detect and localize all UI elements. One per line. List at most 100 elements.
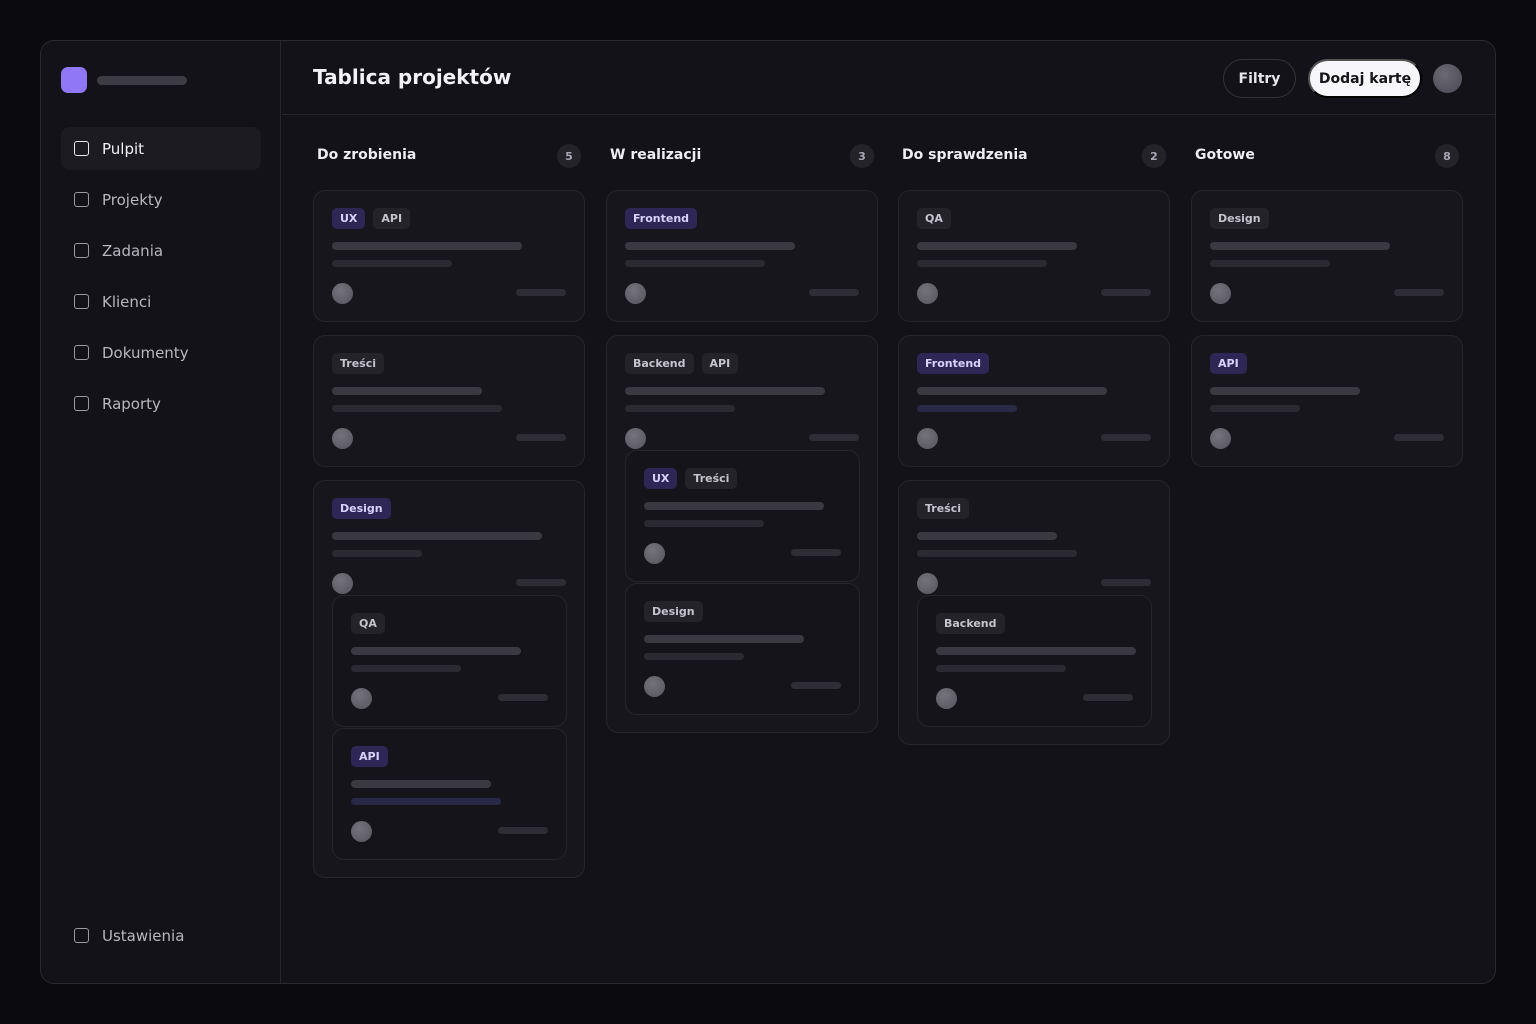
title-placeholder: [1210, 387, 1360, 395]
meta-placeholder: [516, 579, 566, 586]
column-count-badge: 8: [1435, 144, 1459, 168]
title-placeholder: [332, 387, 482, 395]
sidebar-item-label: Ustawienia: [102, 926, 185, 945]
tag: Treści: [332, 353, 385, 374]
tag: Backend: [936, 613, 1005, 634]
meta-placeholder: [516, 289, 566, 296]
task-card[interactable]: API: [1191, 335, 1463, 467]
title-placeholder: [351, 647, 521, 655]
assignee-avatar: [936, 688, 957, 709]
sidebar-item-label: Zadania: [102, 241, 164, 260]
subtask-card[interactable]: Design: [625, 583, 860, 715]
assignee-avatar: [644, 676, 665, 697]
tag: API: [373, 208, 411, 229]
tag: Frontend: [625, 208, 698, 229]
sidebar-item-pulpit[interactable]: Pulpit: [61, 127, 261, 170]
tag: Design: [332, 498, 391, 519]
checkbox-icon: [74, 345, 89, 360]
checkbox-icon: [74, 243, 89, 258]
sidebar-item-zadania[interactable]: Zadania: [61, 229, 261, 272]
meta-placeholder: [1101, 289, 1151, 296]
column-title: Do zrobienia: [317, 147, 417, 163]
meta-placeholder: [498, 827, 548, 834]
subtitle-placeholder: [917, 260, 1047, 267]
subtask-card[interactable]: UX Treści: [625, 450, 860, 582]
title-placeholder: [644, 502, 824, 510]
checkbox-icon: [74, 141, 89, 156]
assignee-avatar: [625, 283, 646, 304]
tag: Frontend: [917, 353, 990, 374]
task-card[interactable]: Design: [1191, 190, 1463, 322]
assignee-avatar: [917, 428, 938, 449]
assignee-avatar: [351, 821, 372, 842]
title-placeholder: [351, 780, 491, 788]
subtitle-placeholder: [625, 260, 765, 267]
meta-placeholder: [498, 694, 548, 701]
column-header: Do zrobienia 5: [317, 143, 585, 169]
title-placeholder: [625, 242, 795, 250]
brand-name-placeholder: [97, 76, 187, 85]
column-header: Do sprawdzenia 2: [902, 143, 1170, 169]
subtitle-placeholder: [1210, 405, 1300, 412]
tag: Treści: [685, 468, 738, 489]
task-card[interactable]: Design QA API: [313, 480, 585, 878]
checkbox-icon: [74, 192, 89, 207]
meta-placeholder: [809, 289, 859, 296]
page-title: Tablica projektów: [313, 65, 512, 89]
column-count-badge: 2: [1142, 144, 1166, 168]
assignee-avatar: [332, 573, 353, 594]
sidebar-item-raporty[interactable]: Raporty: [61, 382, 261, 425]
subtitle-placeholder: [332, 405, 502, 412]
task-card[interactable]: Treści: [313, 335, 585, 467]
sidebar-item-klienci[interactable]: Klienci: [61, 280, 261, 323]
sidebar-item-projekty[interactable]: Projekty: [61, 178, 261, 221]
task-card[interactable]: QA: [898, 190, 1170, 322]
meta-placeholder: [1101, 579, 1151, 586]
filters-button[interactable]: Filtry: [1223, 59, 1296, 98]
logo-icon: [61, 67, 87, 93]
title-placeholder: [644, 635, 804, 643]
subtask-card[interactable]: API: [332, 728, 567, 860]
assignee-avatar: [625, 428, 646, 449]
subtitle-placeholder: [332, 550, 422, 557]
avatar[interactable]: [1433, 64, 1462, 93]
sidebar-nav: Pulpit Projekty Zadania Klienci Dokument…: [61, 127, 261, 433]
title-placeholder: [917, 242, 1077, 250]
assignee-avatar: [917, 283, 938, 304]
subtitle-placeholder: [644, 520, 764, 527]
subtask-card[interactable]: QA: [332, 595, 567, 727]
column-count-badge: 3: [850, 144, 874, 168]
subtitle-placeholder: [644, 653, 744, 660]
tag: QA: [351, 613, 385, 634]
title-placeholder: [1210, 242, 1390, 250]
task-card[interactable]: Frontend: [606, 190, 878, 322]
column-title: Do sprawdzenia: [902, 147, 1028, 163]
task-card[interactable]: Backend API UX Treści Design: [606, 335, 878, 733]
add-card-button[interactable]: Dodaj kartę: [1308, 59, 1422, 98]
sidebar-item-dokumenty[interactable]: Dokumenty: [61, 331, 261, 374]
title-placeholder: [936, 647, 1136, 655]
title-placeholder: [917, 387, 1107, 395]
sidebar-item-label: Projekty: [102, 190, 163, 209]
sidebar-item-label: Klienci: [102, 292, 152, 311]
task-card[interactable]: Frontend: [898, 335, 1170, 467]
header: Tablica projektów Filtry Dodaj kartę: [282, 41, 1495, 115]
sidebar-item-label: Dokumenty: [102, 343, 189, 362]
title-placeholder: [332, 242, 522, 250]
task-card[interactable]: UX API: [313, 190, 585, 322]
subtitle-placeholder: [625, 405, 735, 412]
subtask-card[interactable]: Backend: [917, 595, 1152, 727]
column-count-badge: 5: [557, 144, 581, 168]
tag: UX: [332, 208, 366, 229]
task-card[interactable]: Treści Backend: [898, 480, 1170, 745]
subtitle-placeholder: [936, 665, 1066, 672]
title-placeholder: [917, 532, 1057, 540]
meta-placeholder: [809, 434, 859, 441]
subtitle-placeholder: [1210, 260, 1330, 267]
sidebar-item-label: Raporty: [102, 394, 161, 413]
sidebar-item-ustawienia[interactable]: Ustawienia: [61, 914, 261, 957]
subtitle-placeholder: [351, 665, 461, 672]
column-title: W realizacji: [610, 147, 702, 163]
column-header: W realizacji 3: [610, 143, 878, 169]
title-placeholder: [332, 532, 542, 540]
